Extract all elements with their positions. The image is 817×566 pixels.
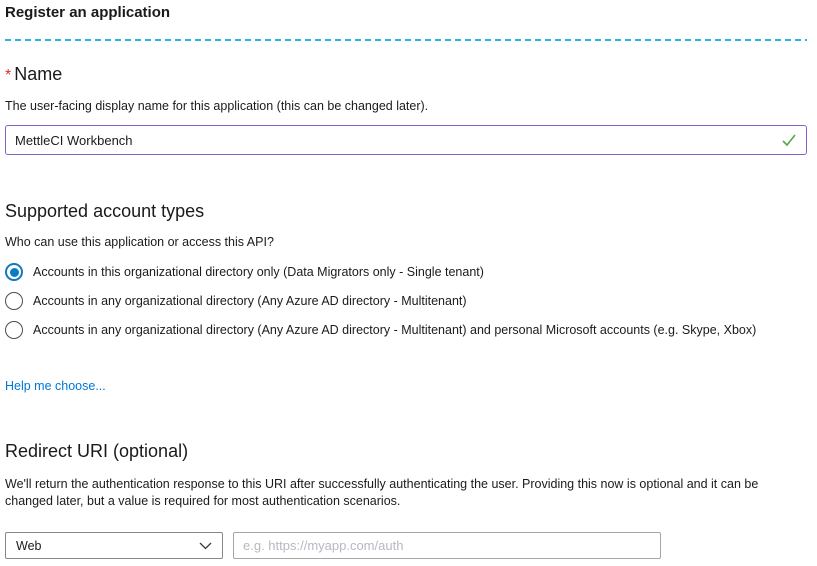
name-description: The user-facing display name for this ap… bbox=[5, 98, 807, 114]
radio-button-icon bbox=[5, 292, 23, 310]
checkmark-icon bbox=[781, 132, 797, 148]
radio-button-icon bbox=[5, 321, 23, 339]
radio-label: Accounts in any organizational directory… bbox=[33, 293, 467, 309]
redirect-uri-row: Web bbox=[5, 532, 807, 559]
account-types-heading: Supported account types bbox=[5, 201, 807, 222]
platform-select[interactable]: Web bbox=[5, 532, 223, 559]
page-title: Register an application bbox=[5, 4, 807, 21]
name-heading-label: Name bbox=[14, 64, 62, 84]
dashed-divider bbox=[5, 39, 807, 41]
redirect-uri-description: We'll return the authentication response… bbox=[5, 476, 805, 510]
chevron-down-icon bbox=[199, 542, 212, 550]
platform-select-value: Web bbox=[16, 539, 41, 553]
register-application-page: Register an application *Name The user-f… bbox=[0, 0, 817, 559]
required-asterisk: * bbox=[5, 67, 11, 84]
account-types-question: Who can use this application or access t… bbox=[5, 234, 807, 250]
redirect-uri-heading: Redirect URI (optional) bbox=[5, 441, 807, 462]
name-section-heading: *Name bbox=[5, 64, 807, 86]
account-type-radio-group: Accounts in this organizational director… bbox=[5, 263, 807, 339]
name-input-wrap bbox=[5, 125, 807, 155]
redirect-uri-input[interactable] bbox=[233, 532, 661, 559]
radio-label: Accounts in this organizational director… bbox=[33, 264, 484, 280]
radio-account-type-single-tenant[interactable]: Accounts in this organizational director… bbox=[5, 263, 807, 281]
radio-button-icon bbox=[5, 263, 23, 281]
radio-account-type-multitenant-personal[interactable]: Accounts in any organizational directory… bbox=[5, 321, 807, 339]
help-me-choose-link[interactable]: Help me choose... bbox=[5, 379, 106, 393]
radio-label: Accounts in any organizational directory… bbox=[33, 322, 756, 338]
radio-account-type-multitenant[interactable]: Accounts in any organizational directory… bbox=[5, 292, 807, 310]
application-name-input[interactable] bbox=[5, 125, 807, 155]
